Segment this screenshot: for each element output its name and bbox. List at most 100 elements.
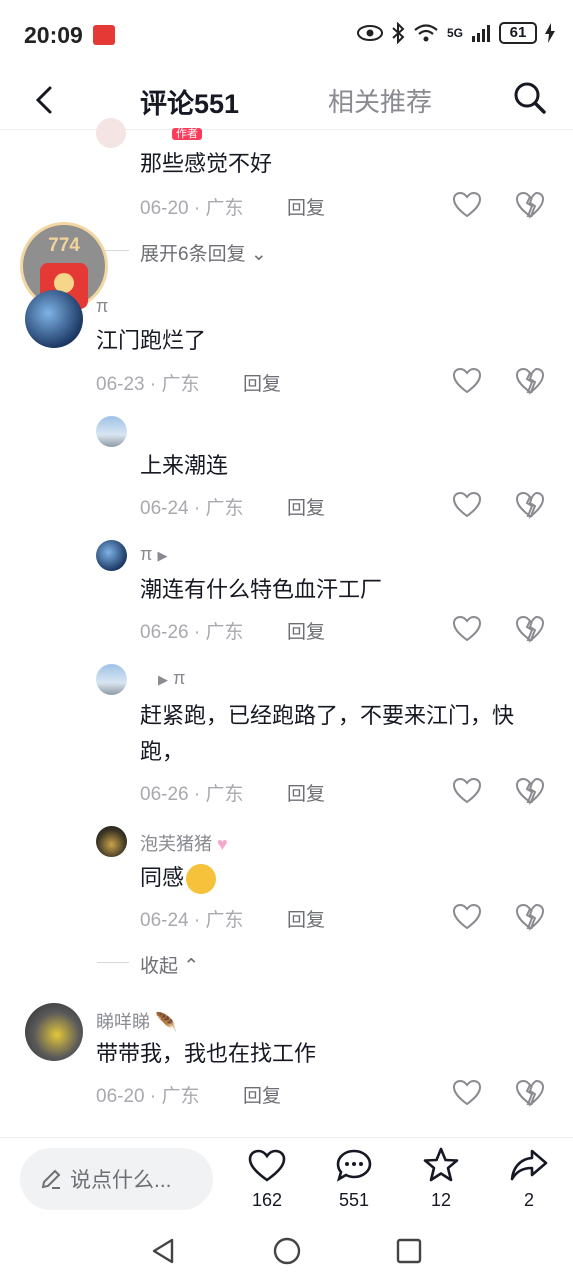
comment-bubble-icon[interactable] bbox=[335, 1148, 373, 1184]
like-count: 162 bbox=[251, 1190, 283, 1210]
like-icon[interactable] bbox=[452, 1078, 482, 1108]
reply-button[interactable]: 回复 bbox=[243, 1081, 281, 1108]
comment-text: 同感 bbox=[140, 860, 217, 896]
comment-date: 06-20 bbox=[140, 198, 189, 219]
red-packet-counter: 774 bbox=[48, 235, 80, 256]
comment-location: 广东 bbox=[161, 374, 200, 395]
like-icon[interactable] bbox=[452, 776, 482, 806]
avatar[interactable] bbox=[96, 826, 127, 857]
share-arrow-icon[interactable] bbox=[509, 1148, 549, 1184]
charging-icon bbox=[545, 23, 555, 43]
dislike-icon[interactable] bbox=[515, 366, 545, 396]
comment-username[interactable]: π bbox=[96, 296, 108, 317]
pink-heart-icon: ♥ bbox=[217, 834, 228, 854]
system-navigation-bar bbox=[0, 1227, 573, 1280]
comment-location: 广东 bbox=[205, 198, 244, 219]
comment-date: 06-20 bbox=[96, 1086, 145, 1107]
dislike-icon[interactable] bbox=[515, 614, 545, 644]
avatar[interactable] bbox=[25, 290, 83, 348]
comment-username[interactable]: 睇咩睇 🪶 bbox=[96, 1008, 177, 1034]
wifi-icon bbox=[414, 24, 438, 42]
collapse-replies-button[interactable]: 收起 ⌃ bbox=[140, 951, 199, 978]
divider bbox=[97, 962, 129, 963]
expand-replies-button[interactable]: 展开6条回复 ⌄ bbox=[140, 239, 267, 266]
comment-location: 广东 bbox=[205, 784, 244, 805]
reply-button[interactable]: 回复 bbox=[287, 905, 325, 932]
favorite-count: 12 bbox=[430, 1190, 452, 1210]
dislike-icon[interactable] bbox=[515, 490, 545, 520]
like-icon[interactable] bbox=[452, 366, 482, 396]
status-icons: 5G 61 bbox=[356, 22, 555, 44]
dislike-icon[interactable] bbox=[515, 1078, 545, 1108]
status-time: 20:09 bbox=[24, 22, 83, 48]
comment-meta: 06-26 · 广东 bbox=[140, 622, 244, 643]
comment-location: 广东 bbox=[205, 622, 244, 643]
app-notification-icon bbox=[93, 25, 115, 45]
comment-meta: 06-23 · 广东 bbox=[96, 374, 200, 395]
comment-text-line1: 赶紧跑，已经跑路了，不要来江门，快 bbox=[140, 703, 515, 728]
comment-date: 06-23 bbox=[96, 374, 145, 395]
chevron-up-icon: ⌃ bbox=[183, 956, 200, 977]
author-badge: 作者 bbox=[172, 124, 202, 142]
comment-username[interactable]: π ▶ bbox=[140, 544, 167, 565]
play-arrow-icon: ▶ bbox=[158, 672, 168, 687]
comment-location: 广东 bbox=[205, 498, 244, 519]
comment-date: 06-26 bbox=[140, 784, 189, 805]
play-arrow-icon: ▶ bbox=[157, 548, 168, 563]
tab-comments[interactable]: 评论551 bbox=[140, 82, 239, 121]
eye-icon bbox=[356, 25, 383, 41]
dislike-icon[interactable] bbox=[515, 190, 545, 220]
comment-date: 06-24 bbox=[140, 498, 189, 519]
like-icon[interactable] bbox=[452, 490, 482, 520]
avatar[interactable] bbox=[25, 1003, 83, 1061]
bottom-action-bar: 说点什么... 162 551 12 2 bbox=[0, 1137, 573, 1227]
avatar[interactable] bbox=[96, 540, 127, 571]
comment-meta: 06-20 · 广东 bbox=[96, 1086, 200, 1107]
comment-username[interactable]: 泡芙猪猪 ♥ bbox=[140, 830, 228, 856]
comment-text-line2: 跑， bbox=[140, 739, 185, 764]
comment-text: 江门跑烂了 bbox=[96, 328, 207, 353]
pencil-icon bbox=[41, 1169, 61, 1189]
network-label: 5G bbox=[446, 26, 463, 40]
like-icon[interactable] bbox=[248, 1148, 286, 1184]
share-count: 2 bbox=[523, 1190, 534, 1210]
signal-icon bbox=[472, 25, 490, 42]
comment-count: 551 bbox=[338, 1190, 370, 1210]
comment-meta: 06-26 · 广东 bbox=[140, 784, 244, 805]
nav-back-icon[interactable] bbox=[150, 1237, 176, 1265]
laughing-tears-emoji-icon bbox=[186, 864, 217, 895]
avatar[interactable] bbox=[96, 118, 126, 148]
reply-button[interactable]: 回复 bbox=[287, 193, 325, 220]
nav-home-icon[interactable] bbox=[272, 1236, 302, 1266]
comment-text: 潮连有什么特色血汗工厂 bbox=[140, 577, 383, 602]
comment-location: 广东 bbox=[205, 910, 244, 931]
dislike-icon[interactable] bbox=[515, 902, 545, 932]
comment-text: 那些感觉不好 bbox=[140, 151, 273, 176]
battery-indicator: 61 bbox=[499, 22, 537, 44]
like-icon[interactable] bbox=[452, 190, 482, 220]
reply-button[interactable]: 回复 bbox=[287, 617, 325, 644]
search-icon[interactable] bbox=[510, 78, 550, 118]
tab-related[interactable]: 相关推荐 bbox=[328, 82, 432, 119]
comment-username[interactable]: ▶ π bbox=[158, 668, 185, 689]
back-arrow-icon[interactable] bbox=[30, 80, 60, 120]
comment-location: 广东 bbox=[161, 1086, 200, 1107]
reply-button[interactable]: 回复 bbox=[287, 779, 325, 806]
like-icon[interactable] bbox=[452, 902, 482, 932]
dislike-icon[interactable] bbox=[515, 776, 545, 806]
status-bar: 20:09 5G 61 bbox=[0, 0, 573, 70]
like-icon[interactable] bbox=[452, 614, 482, 644]
nav-recents-icon[interactable] bbox=[395, 1237, 423, 1265]
reply-button[interactable]: 回复 bbox=[287, 493, 325, 520]
reply-button[interactable]: 回复 bbox=[243, 369, 281, 396]
avatar[interactable] bbox=[96, 416, 127, 447]
comment-meta: 06-20 · 广东 bbox=[140, 198, 244, 219]
comment-input[interactable]: 说点什么... bbox=[20, 1148, 213, 1210]
comment-text: 带带我，我也在找工作 bbox=[96, 1041, 317, 1066]
star-icon[interactable] bbox=[422, 1146, 460, 1184]
comment-meta: 06-24 · 广东 bbox=[140, 910, 244, 931]
bluetooth-icon bbox=[392, 22, 405, 44]
comment-date: 06-26 bbox=[140, 622, 189, 643]
feather-icon: 🪶 bbox=[155, 1012, 178, 1032]
avatar[interactable] bbox=[96, 664, 127, 695]
